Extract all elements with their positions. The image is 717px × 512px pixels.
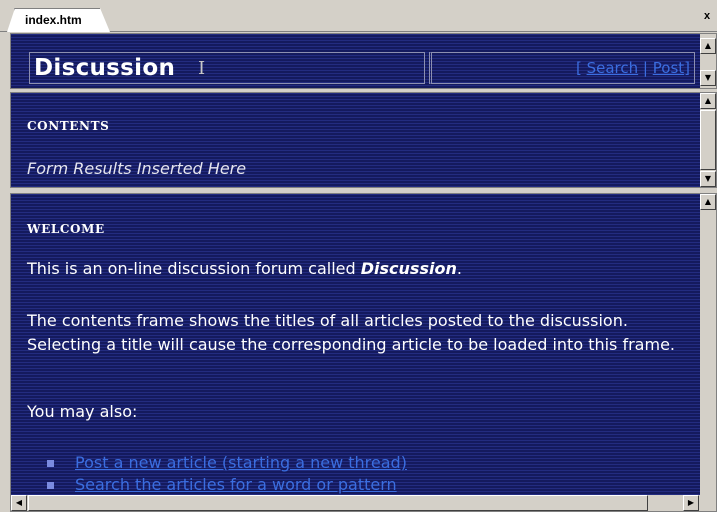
header-frame: Discussion I [ Search | Post] ▲ ▼ [10, 33, 717, 89]
main-horizontal-scrollbar[interactable]: ◀ ▶ [11, 495, 716, 511]
intro-paragraph: This is an on-line discussion forum call… [27, 259, 462, 278]
you-may-also-text: You may also: [27, 402, 138, 421]
action-links-list: Post a new article (starting a new threa… [47, 452, 687, 496]
scroll-thumb[interactable] [700, 110, 716, 170]
scroll-up-button[interactable]: ▲ [700, 194, 716, 210]
text-cursor-icon: I [198, 58, 206, 79]
search-articles-link[interactable]: Search the articles for a word or patter… [75, 475, 397, 494]
form-results-text: Form Results Inserted Here [27, 159, 247, 178]
list-item: Search the articles for a word or patter… [47, 474, 687, 496]
contents-heading: CONTENTS [27, 119, 110, 133]
tab-label: index.htm [25, 13, 82, 27]
bullet-icon [47, 460, 54, 467]
contents-description-paragraph: The contents frame shows the titles of a… [27, 311, 675, 354]
scroll-down-button[interactable]: ▼ [700, 70, 716, 86]
welcome-heading: WELCOME [27, 222, 105, 236]
scroll-left-button[interactable]: ◀ [11, 495, 27, 511]
contents-vertical-scrollbar[interactable]: ▲ ▼ [700, 93, 716, 187]
scroll-right-button[interactable]: ▶ [683, 495, 699, 511]
main-frame: WELCOME This is an on-line discussion fo… [10, 193, 717, 512]
post-link[interactable]: Post [653, 59, 684, 77]
contents-frame: CONTENTS Form Results Inserted Here ▲ ▼ [10, 92, 717, 188]
page-title: Discussion [34, 55, 176, 81]
main-vertical-scrollbar[interactable]: ▲ [700, 194, 716, 495]
post-new-article-link[interactable]: Post a new article (starting a new threa… [75, 453, 407, 472]
document-tab-bar: index.htm x [0, 0, 717, 32]
close-icon[interactable]: x [704, 10, 715, 22]
forum-name: Discussion [360, 259, 457, 278]
scroll-down-button[interactable]: ▼ [700, 171, 716, 187]
bullet-icon [47, 482, 54, 489]
header-vertical-scrollbar[interactable]: ▲ ▼ [700, 34, 716, 88]
scroll-up-button[interactable]: ▲ [700, 93, 716, 109]
title-box: Discussion I [29, 52, 425, 84]
nav-links-box: [ Search | Post] [429, 52, 695, 84]
search-link[interactable]: Search [587, 59, 639, 77]
tab-index-htm[interactable]: index.htm [7, 8, 110, 32]
horizontal-scroll-thumb[interactable] [28, 495, 648, 511]
scroll-up-button[interactable]: ▲ [700, 38, 716, 54]
nav-links: [ Search | Post] [575, 59, 690, 77]
list-item: Post a new article (starting a new threa… [47, 452, 687, 474]
